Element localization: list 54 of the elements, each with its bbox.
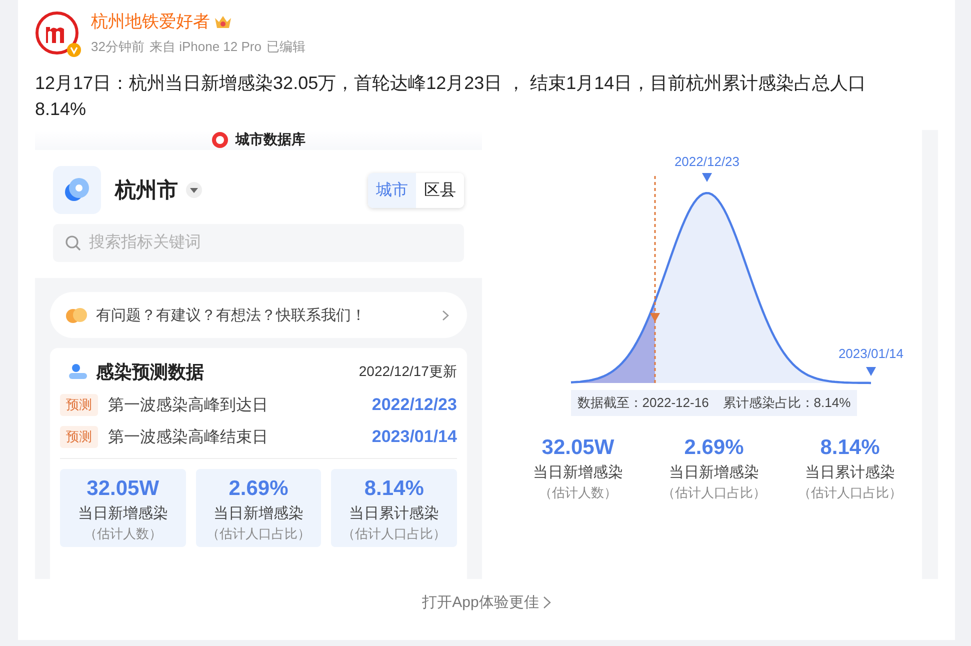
- stat-label: 当日新增感染: [668, 463, 759, 482]
- forecast-tag: 预测: [60, 426, 98, 448]
- card-title: 感染预测数据: [96, 361, 204, 384]
- cumulative-share: 累计感染占比：8.14%: [722, 394, 851, 412]
- app-screenshot[interactable]: 城市数据库 杭州市 城市 区县 搜索指标关键词 有问题？有建议？有想法？快联系我们！ 感染预测数据 2022/12/17更新 预测 第一波感染高峰到达日 2022/12/23 预测 第一波感染高峰结束日 2023/01/14 32.05W 当日新增感染 （估计人数） 2.69% 当日新增感染 （估计人口占比） 8.14% 当日累计感染 （估计人口占比）: [35, 130, 482, 579]
- stat-label: 当日累计感染: [349, 504, 440, 523]
- peak-marker-icon: [702, 173, 712, 182]
- stat-label: 当日累计感染: [804, 463, 895, 482]
- update-date: 2022/12/17更新: [358, 363, 457, 381]
- stat-label: 当日新增感染: [78, 504, 168, 523]
- end-marker-icon: [866, 367, 876, 376]
- stat-value: 32.05W: [542, 436, 614, 460]
- forecast-label: 第一波感染高峰到达日: [108, 396, 268, 416]
- crown-icon: [213, 14, 233, 30]
- scope-tab[interactable]: 区县: [416, 172, 464, 208]
- dropdown-icon[interactable]: [186, 182, 202, 198]
- stat-note: （估计人口占比）: [342, 525, 446, 543]
- end-date-label: 2023/01/14: [838, 346, 904, 361]
- open-app-link[interactable]: 打开App体验更佳: [422, 593, 551, 612]
- stat-note: （估计人口占比）: [206, 525, 310, 543]
- avatar-logo-icon[interactable]: [35, 11, 79, 55]
- stat-note: （估计人口占比）: [662, 484, 766, 502]
- feedback-text: 有问题？有建议？有想法？快联系我们！: [96, 306, 367, 324]
- post-text: 12月17日：杭州当日新增感染32.05万，首轮达峰12月23日 ， 结束1月14日，目前杭州累计感染占总人口8.14%: [35, 72, 868, 121]
- people-icon: [68, 363, 88, 381]
- chevron-icon: [542, 596, 551, 609]
- edited-label: 已编辑: [266, 38, 306, 56]
- feedback-banner[interactable]: 有问题？有建议？有想法？快联系我们！: [50, 292, 467, 338]
- stat-value: 8.14%: [820, 436, 880, 460]
- stat-note: （估计人数）: [84, 525, 162, 543]
- post-time: 32分钟前: [91, 38, 144, 56]
- verified-badge-icon: [67, 43, 81, 57]
- chevron-icon: [442, 310, 449, 320]
- stat-value: 2.69%: [684, 436, 744, 460]
- forecast-date: 2023/01/14: [372, 427, 457, 447]
- stat-value: 2.69%: [228, 477, 288, 501]
- forecast-label: 第一波感染高峰结束日: [108, 428, 268, 448]
- stat-note: （估计人口占比）: [798, 484, 902, 502]
- stat-label: 当日新增感染: [213, 504, 304, 523]
- location-icon: [53, 166, 101, 214]
- data-date: 数据截至：2022-12-16: [577, 394, 709, 412]
- stat-note: （估计人数）: [538, 484, 617, 502]
- app-title: 城市数据库: [235, 131, 306, 149]
- post-source: 来自 iPhone 12 Pro: [149, 38, 262, 56]
- peak-date-label: 2022/12/23: [674, 154, 740, 169]
- forecast-tag: 预测: [60, 394, 98, 416]
- stat-label: 当日新增感染: [532, 463, 623, 482]
- search-icon: [65, 235, 81, 251]
- app-logo-icon: [211, 131, 230, 149]
- search-field[interactable]: 搜索指标关键词: [53, 224, 464, 262]
- stat-value: 8.14%: [364, 477, 424, 501]
- forecast-date: 2022/12/23: [372, 395, 457, 415]
- stat-value: 32.05W: [86, 477, 160, 501]
- city-name[interactable]: 杭州市: [115, 176, 178, 204]
